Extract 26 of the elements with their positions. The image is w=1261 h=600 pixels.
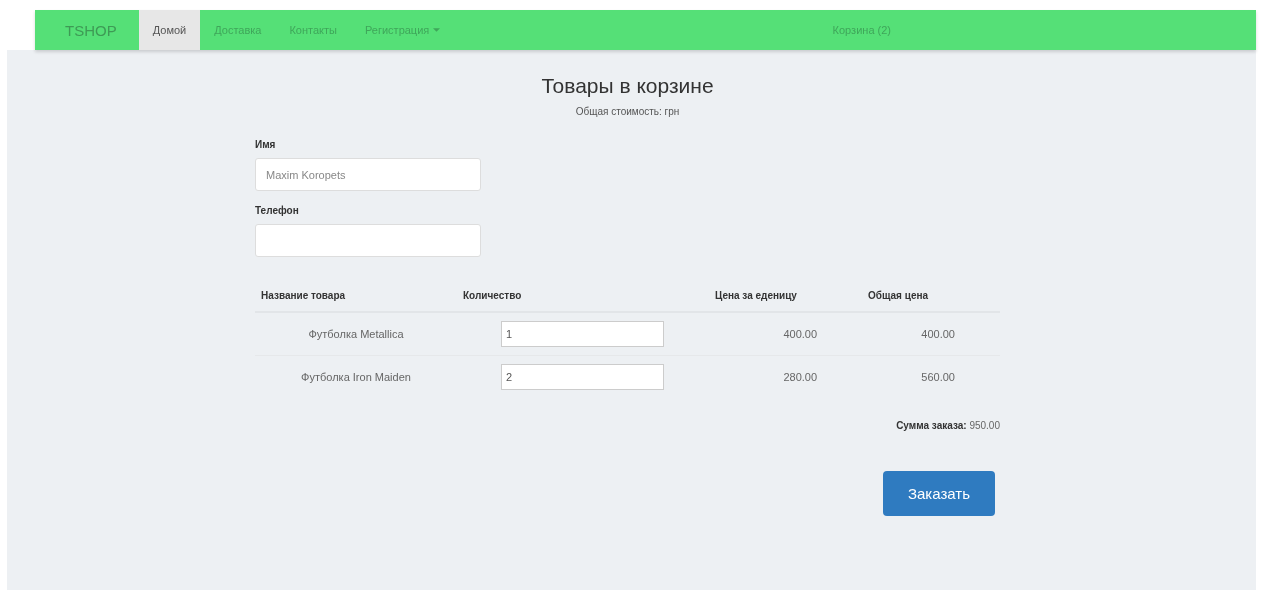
nav-link[interactable]: Доставка — [200, 10, 276, 50]
nav-link[interactable]: Регистрация — [350, 10, 455, 50]
column-header: Общая цена — [868, 289, 929, 301]
cart-link[interactable]: Корзина (2) — [832, 10, 891, 50]
brand-link[interactable]: TSHOP — [35, 10, 139, 50]
column-header: Название товара — [261, 289, 346, 301]
product-name: Футболка Metallica — [308, 328, 404, 340]
field-label: Телефон — [255, 205, 300, 216]
field-label: Имя — [255, 139, 277, 150]
column-header: Количество — [463, 289, 522, 301]
order-sum-text: Сумма заказа: 950.00 — [896, 420, 1000, 431]
product-name: Футболка Iron Maiden — [301, 371, 411, 383]
total-cost-text: Общая стоимость: грн — [574, 106, 681, 117]
unit-price: 280.00 — [783, 371, 818, 383]
column-header: Цена за еденицу — [715, 289, 797, 301]
input-field[interactable]: Maxim Koropets — [255, 158, 481, 191]
nav-link[interactable]: Домой — [138, 10, 201, 50]
page-title: Товары в корзине — [540, 74, 715, 98]
nav-link[interactable]: Контакты — [275, 10, 351, 50]
quantity-field[interactable]: 1 — [501, 321, 664, 347]
quantity-field[interactable]: 2 — [501, 364, 664, 390]
unit-price: 400.00 — [783, 328, 818, 340]
order-button[interactable]: Заказать — [883, 471, 995, 516]
input-field[interactable] — [255, 224, 481, 257]
line-total: 560.00 — [921, 371, 955, 383]
line-total: 400.00 — [921, 328, 955, 340]
